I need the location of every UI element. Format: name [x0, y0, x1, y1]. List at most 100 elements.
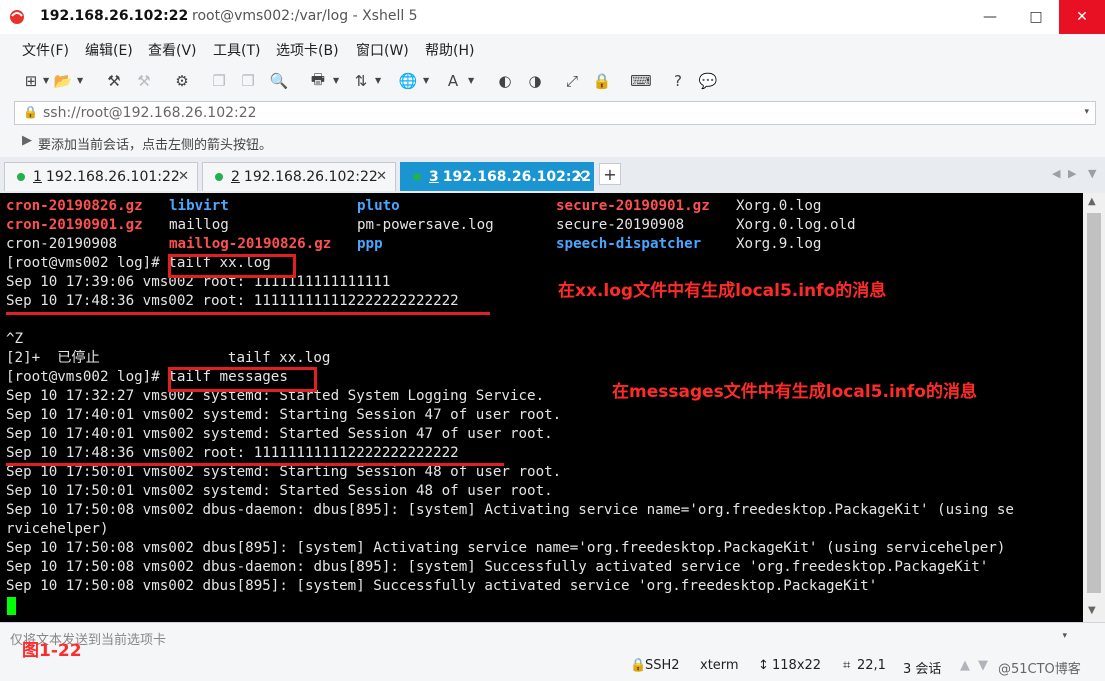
- address-field[interactable]: 🔒 ssh://root@192.168.26.102:22 ▾: [14, 101, 1096, 125]
- terminal-line: Sep 10 17:50:08 vms002 dbus[895]: [syste…: [6, 578, 878, 594]
- xftp-icon[interactable]: ◐: [494, 70, 516, 92]
- menu-tools[interactable]: 工具(T): [213, 40, 260, 60]
- listing-entry: Xorg.0.log.old: [736, 216, 856, 235]
- terminal-line: Sep 10 17:40:01 vms002 systemd: Starting…: [6, 407, 562, 423]
- open-folder-icon[interactable]: 📂: [52, 70, 74, 92]
- terminal-scrollbar[interactable]: ▲ ▼: [1083, 193, 1105, 622]
- status-terminal-type: xterm: [700, 658, 739, 673]
- status-size: 118x22: [772, 658, 822, 673]
- paste-icon[interactable]: ❐: [237, 70, 259, 92]
- tab-number: 1: [33, 169, 42, 185]
- xftp-new-icon[interactable]: ◑: [524, 70, 546, 92]
- keyboard-icon[interactable]: ⌨: [630, 70, 652, 92]
- add-tab-button[interactable]: +: [599, 163, 621, 185]
- window-title-host: 192.168.26.102:22: [40, 8, 189, 24]
- find-icon[interactable]: 🔍: [268, 70, 290, 92]
- listing-entry: ppp: [357, 235, 383, 254]
- highlight-underline-xxlog: [6, 312, 490, 315]
- properties-icon[interactable]: ⚙: [171, 70, 193, 92]
- tab-close-icon[interactable]: ✕: [376, 169, 387, 184]
- lock-icon: 🔒: [23, 105, 38, 119]
- chevron-down-icon[interactable]: ▾: [1062, 631, 1067, 641]
- listing-entry: Xorg.0.log: [736, 197, 821, 216]
- terminal-line: Sep 10 17:48:36 vms002 root: 11111111111…: [6, 293, 459, 309]
- close-button[interactable]: ✕: [1059, 0, 1105, 34]
- fullscreen-icon[interactable]: ⤢: [561, 70, 583, 92]
- listing-entry-name: Xorg.0.log: [736, 198, 822, 214]
- tab-label: 192.168.26.102:22: [243, 169, 378, 185]
- new-session-icon[interactable]: ⊞: [20, 70, 42, 92]
- status-dot-icon: [413, 173, 421, 181]
- tab-prev-icon[interactable]: ◀: [1052, 167, 1060, 180]
- listing-entry: cron-20190908: [6, 235, 117, 254]
- tab-bar: 1 192.168.26.101:22 ✕ 2 192.168.26.102:2…: [0, 157, 1105, 193]
- listing-entry-name: secure-20190901.gz: [556, 198, 710, 214]
- transfer-dropdown-icon[interactable]: ▼: [375, 76, 381, 85]
- menu-window[interactable]: 窗口(W): [356, 40, 409, 60]
- copy-icon[interactable]: ❐: [208, 70, 230, 92]
- print-icon[interactable]: 🖶: [307, 70, 329, 92]
- tab-number: 3: [429, 169, 439, 185]
- menu-tabs[interactable]: 选项卡(B): [276, 40, 339, 60]
- tab-next-icon[interactable]: ▶: [1068, 167, 1076, 180]
- status-bar: 图1-22 🔒 SSH2 xterm ↕ 118x22 ⌗ 22,1 3 会话 …: [0, 641, 1105, 681]
- maximize-button[interactable]: □: [1013, 0, 1059, 34]
- terminal-line: rvicehelper): [6, 521, 109, 537]
- lock-icon[interactable]: 🔒: [591, 70, 613, 92]
- tab-session-2[interactable]: 2 192.168.26.102:22 ✕: [202, 162, 396, 191]
- menu-help[interactable]: 帮助(H): [425, 40, 474, 60]
- tab-close-icon[interactable]: ✕: [178, 169, 189, 184]
- watermark: @51CTO博客: [998, 662, 1081, 677]
- address-value[interactable]: ssh://root@192.168.26.102:22: [43, 105, 257, 121]
- status-size-icon: ↕: [758, 658, 769, 673]
- reconnect-icon[interactable]: ⚒: [103, 70, 125, 92]
- listing-entry-name: maillog-20190826.gz: [169, 236, 332, 252]
- highlight-underline-messages: [6, 463, 504, 466]
- listing-entry: pluto: [357, 197, 400, 216]
- tab-session-1[interactable]: 1 192.168.26.101:22 ✕: [4, 162, 198, 191]
- font-dropdown-icon[interactable]: ▼: [468, 76, 474, 85]
- menu-edit[interactable]: 编辑(E): [85, 40, 133, 60]
- chevron-down-icon[interactable]: ▾: [1084, 107, 1089, 117]
- listing-entry-name: Xorg.9.log: [736, 236, 822, 252]
- status-sessions: 3 会话: [903, 662, 942, 677]
- scroll-down-icon[interactable]: ▼: [1088, 605, 1096, 616]
- listing-entry-name: libvirt: [169, 198, 229, 214]
- scroll-thumb[interactable]: [1087, 213, 1101, 593]
- terminal-line: Sep 10 17:50:08 vms002 dbus[895]: [syste…: [6, 540, 1006, 556]
- minimize-button[interactable]: —: [967, 0, 1013, 34]
- terminal-line: Sep 10 17:48:36 vms002 root: 11111111111…: [6, 445, 459, 461]
- print-dropdown-icon[interactable]: ▼: [333, 76, 339, 85]
- terminal-line: Sep 10 17:50:01 vms002 systemd: Started …: [6, 483, 553, 499]
- help-icon[interactable]: ?: [667, 70, 689, 92]
- tab-session-3[interactable]: 3 192.168.26.102:22 ✕: [400, 162, 594, 191]
- disconnect-icon[interactable]: ⚒: [133, 70, 155, 92]
- listing-entry: pm-powersave.log: [357, 216, 494, 235]
- terminal-line: Sep 10 17:50:08 vms002 dbus-daemon: dbus…: [6, 502, 1014, 518]
- highlight-box-xxlog-cmd: [168, 254, 296, 278]
- listing-entry: secure-20190901.gz: [556, 197, 710, 216]
- tab-list-icon[interactable]: ▼: [1088, 167, 1096, 180]
- listing-entry: maillog-20190826.gz: [169, 235, 331, 254]
- tab-label: 192.168.26.102:22: [442, 169, 591, 185]
- tab-close-icon[interactable]: ✕: [574, 169, 585, 184]
- transfer-icon[interactable]: ⇅: [350, 70, 372, 92]
- listing-entry-name: cron-20190908: [6, 236, 118, 252]
- listing-entry-name: speech-dispatcher: [556, 236, 702, 252]
- listing-entry-name: cron-20190826.gz: [6, 198, 143, 214]
- open-dropdown-icon[interactable]: ▼: [77, 76, 83, 85]
- terminal[interactable]: cron-20190826.gz libvirt pluto secure-20190…: [0, 193, 1083, 622]
- new-session-dropdown-icon[interactable]: ▼: [43, 76, 49, 85]
- highlight-box-messages-cmd: [168, 367, 317, 392]
- compose-bar[interactable]: 仅将文本发送到当前选项卡 ▾: [0, 622, 1105, 651]
- font-icon[interactable]: A: [442, 70, 464, 92]
- menu-view[interactable]: 查看(V): [148, 40, 197, 60]
- session-arrow-icon[interactable]: ▶: [22, 133, 32, 148]
- globe-dropdown-icon[interactable]: ▼: [423, 76, 429, 85]
- globe-icon[interactable]: 🌐: [397, 70, 419, 92]
- terminal-line: Sep 10 17:50:08 vms002 dbus-daemon: dbus…: [6, 559, 989, 575]
- chat-icon[interactable]: 💬: [697, 70, 719, 92]
- scroll-up-icon[interactable]: ▲: [1088, 196, 1096, 207]
- menu-file[interactable]: 文件(F): [22, 40, 69, 60]
- listing-entry-name: cron-20190901.gz: [6, 217, 143, 233]
